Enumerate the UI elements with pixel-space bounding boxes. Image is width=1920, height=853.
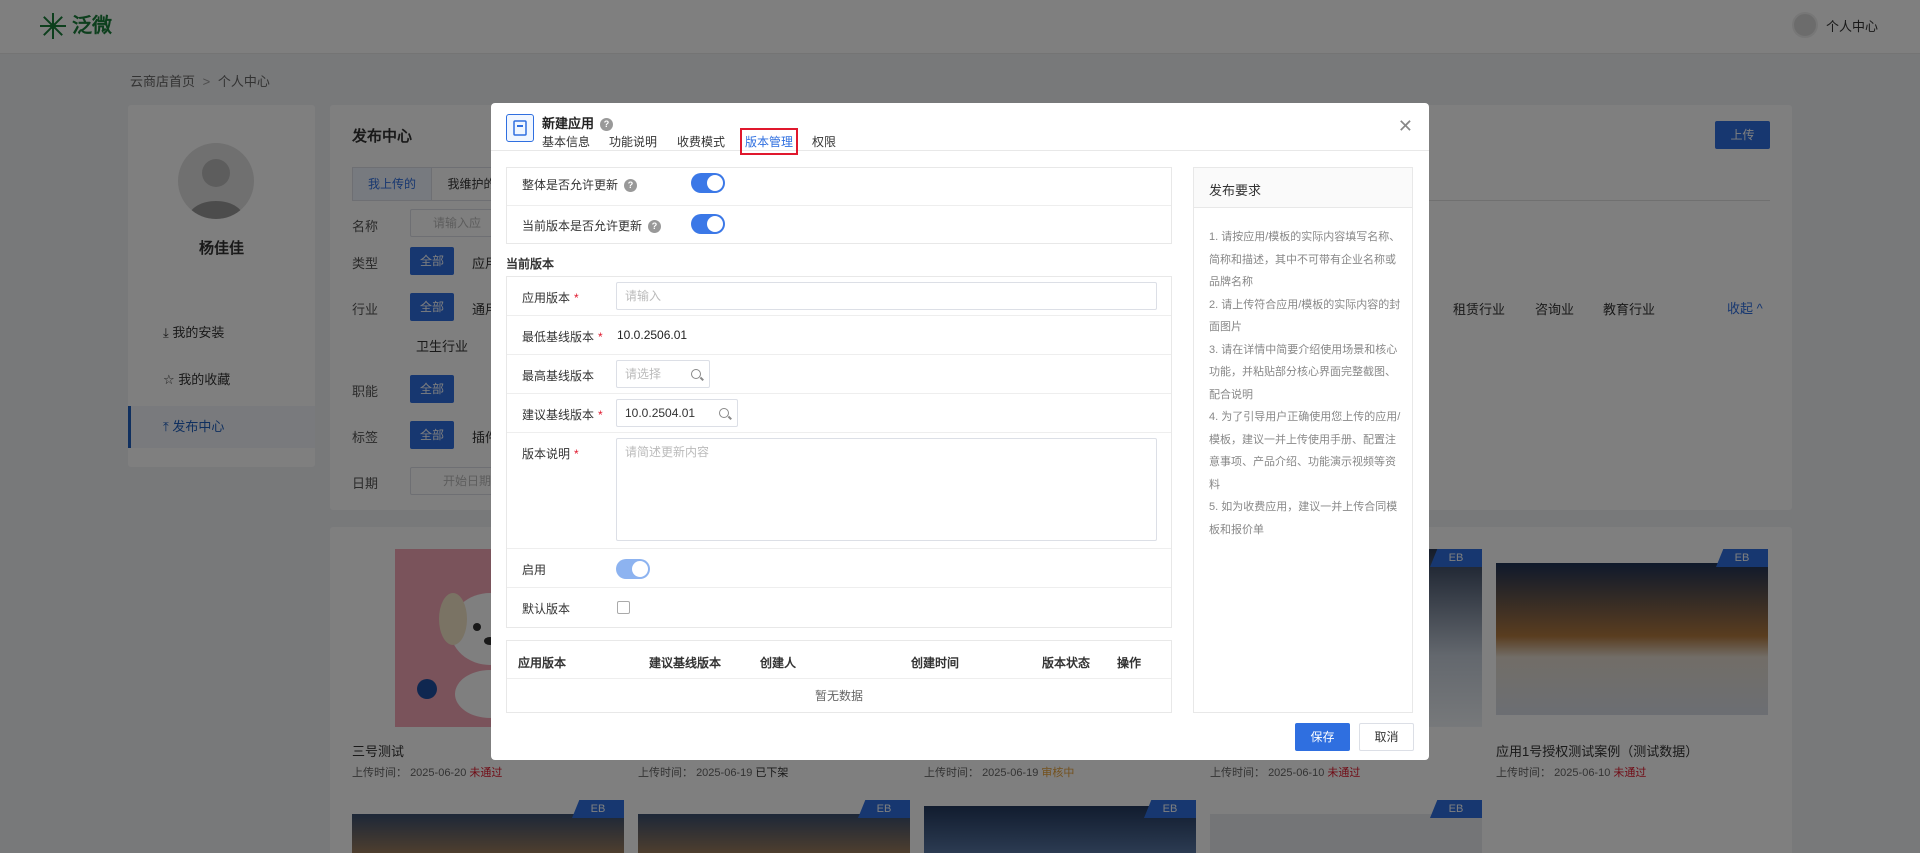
tab-charge-mode[interactable]: 收费模式	[677, 133, 725, 150]
tab-feature-desc[interactable]: 功能说明	[609, 133, 657, 150]
requirements-title: 发布要求	[1194, 168, 1412, 208]
requirements-list: 1. 请按应用/模板的实际内容填写名称、简称和描述，其中不可带有企业名称或品牌名…	[1209, 226, 1404, 541]
requirement-item: 1. 请按应用/模板的实际内容填写名称、简称和描述，其中不可带有企业名称或品牌名…	[1209, 231, 1401, 288]
max-base-row: 最高基线版本 请选择	[507, 355, 1171, 394]
label-text: 建议基线版本	[522, 408, 595, 422]
requirement-item: 4. 为了引导用户正确使用您上传的应用/模板，建议一并上传使用手册、配置注意事项…	[1209, 411, 1401, 491]
divider	[507, 678, 1171, 679]
requirements-panel: 发布要求 1. 请按应用/模板的实际内容填写名称、简称和描述，其中不可带有企业名…	[1193, 167, 1413, 713]
label-text: 版本说明	[522, 447, 571, 461]
suggest-base-label: 建议基线版本 *	[522, 406, 603, 423]
suggest-base-select[interactable]: 10.0.2504.01	[616, 399, 738, 427]
enable-row: 启用	[507, 549, 1171, 588]
col-operation: 操作	[1117, 656, 1142, 670]
min-base-row: 最低基线版本 * 10.0.2506.01	[507, 316, 1171, 355]
close-icon[interactable]: ✕	[1398, 117, 1413, 135]
min-base-label: 最低基线版本 *	[522, 328, 603, 345]
current-version-form: 应用版本 * 请输入 最低基线版本 * 10.0.2506.01 最高基线版本 请选…	[506, 276, 1172, 628]
enable-label: 启用	[522, 563, 547, 577]
tab-permissions[interactable]: 权限	[812, 133, 836, 150]
allow-update-label: 整体是否允许更新?	[522, 176, 638, 193]
dialog-title: 新建应用?	[542, 113, 614, 132]
default-version-checkbox[interactable]	[617, 601, 630, 614]
help-icon[interactable]: ?	[624, 179, 638, 193]
version-desc-row: 版本说明 * 请简述更新内容	[507, 433, 1171, 549]
col-version-status: 版本状态	[1042, 656, 1091, 670]
help-icon[interactable]: ?	[600, 118, 614, 132]
version-table: 应用版本 建议基线版本 创建人 创建时间 版本状态 操作 暂无数据	[506, 640, 1172, 713]
toggle-knob	[632, 561, 648, 577]
current-version-title: 当前版本	[506, 257, 555, 271]
tab-version-management[interactable]: 版本管理	[739, 128, 799, 155]
app-version-input[interactable]: 请输入	[616, 282, 1157, 310]
required-mark: *	[574, 291, 579, 305]
search-icon	[719, 408, 729, 418]
toggle-knob	[707, 216, 723, 232]
version-desc-label: 版本说明 *	[522, 445, 579, 462]
placeholder: 请输入	[625, 289, 662, 303]
required-mark: *	[598, 408, 603, 422]
search-icon	[691, 369, 701, 379]
app-icon	[506, 114, 534, 142]
col-create-time: 创建时间	[911, 656, 960, 670]
allow-update-row: 整体是否允许更新?	[507, 168, 1171, 206]
tab-basic-info[interactable]: 基本信息	[542, 133, 590, 150]
dialog-title-text: 新建应用	[542, 116, 595, 131]
label-text: 应用版本	[522, 291, 571, 305]
app-version-row: 应用版本 * 请输入	[507, 277, 1171, 316]
selected-value: 10.0.2504.01	[625, 406, 696, 420]
placeholder: 请选择	[625, 367, 662, 381]
required-mark: *	[598, 330, 603, 344]
dialog-header: 新建应用? 基本信息 功能说明 收费模式 版本管理 权限 ✕	[491, 103, 1429, 155]
placeholder: 请简述更新内容	[625, 445, 710, 459]
requirement-item: 3. 请在详情中简要介绍使用场景和核心功能，并粘贴部分核心界面完整截图、配合说明	[1209, 343, 1398, 401]
requirement-item: 5. 如为收费应用，建议一并上传合同模板和报价单	[1209, 501, 1398, 536]
label-text: 最低基线版本	[522, 330, 595, 344]
enable-toggle[interactable]	[616, 559, 650, 579]
empty-state: 暂无数据	[814, 689, 863, 703]
suggest-base-row: 建议基线版本 * 10.0.2504.01	[507, 394, 1171, 433]
version-desc-textarea[interactable]: 请简述更新内容	[616, 438, 1157, 541]
help-icon[interactable]: ?	[648, 220, 662, 234]
label-text: 当前版本是否允许更新	[522, 219, 643, 233]
allow-current-update-toggle[interactable]	[691, 214, 725, 234]
default-version-row: 默认版本	[507, 588, 1171, 627]
col-suggest-base: 建议基线版本	[649, 656, 722, 670]
allow-update-toggle[interactable]	[691, 173, 725, 193]
allow-current-update-label: 当前版本是否允许更新?	[522, 217, 662, 234]
toggle-knob	[707, 175, 723, 191]
max-base-select[interactable]: 请选择	[616, 360, 710, 388]
app-version-label: 应用版本 *	[522, 289, 579, 306]
new-app-dialog: 新建应用? 基本信息 功能说明 收费模式 版本管理 权限 ✕ 整体是否允许更新?…	[491, 103, 1429, 760]
max-base-label: 最高基线版本	[522, 369, 595, 383]
default-version-label: 默认版本	[522, 602, 571, 616]
cancel-button[interactable]: 取消	[1359, 723, 1414, 751]
min-base-value: 10.0.2506.01	[617, 328, 688, 342]
col-app-version: 应用版本	[518, 656, 567, 670]
save-button[interactable]: 保存	[1295, 723, 1350, 751]
label-text: 整体是否允许更新	[522, 178, 619, 192]
requirement-item: 2. 请上传符合应用/模板的实际内容的封面图片	[1209, 298, 1401, 334]
required-mark: *	[574, 447, 579, 461]
allow-current-update-row: 当前版本是否允许更新?	[507, 206, 1171, 244]
update-settings: 整体是否允许更新? 当前版本是否允许更新?	[506, 167, 1172, 244]
col-creator: 创建人	[760, 656, 797, 670]
